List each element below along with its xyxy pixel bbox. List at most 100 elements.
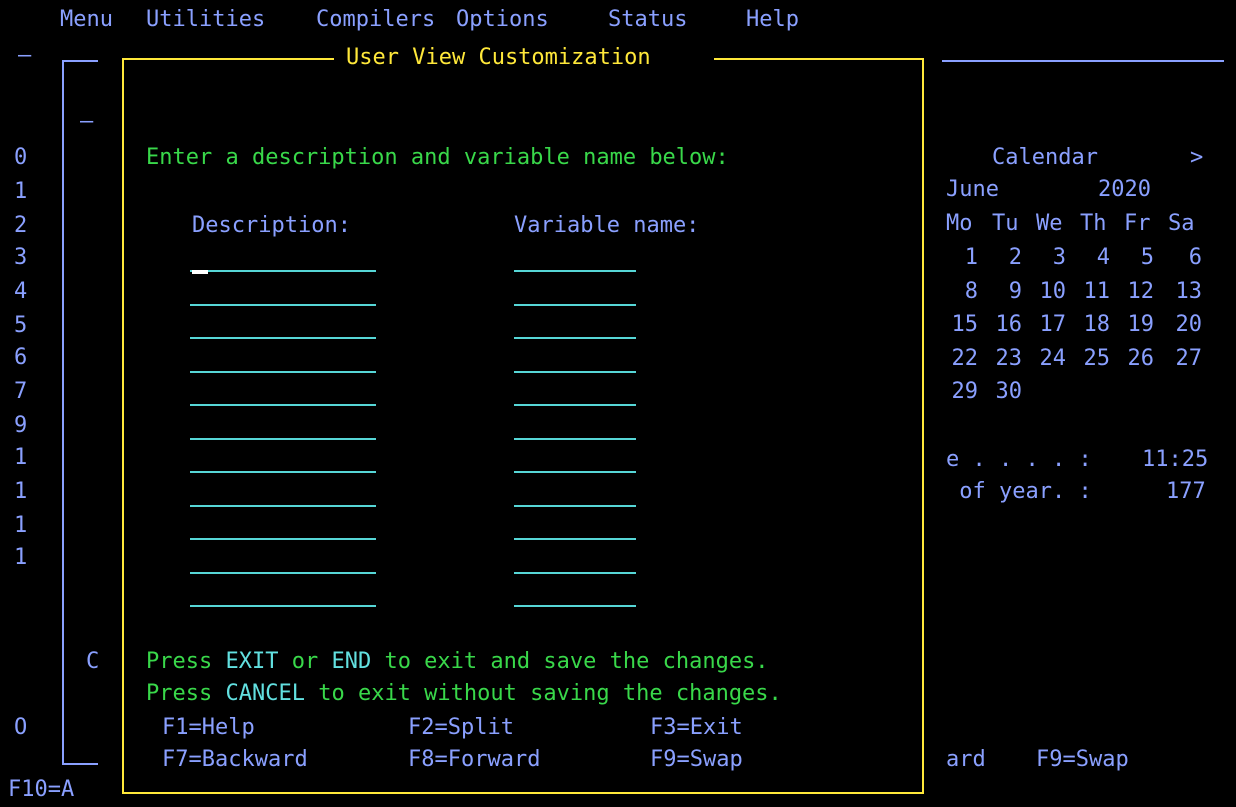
cancel-instruction-text: to exit without saving the changes.: [304, 681, 782, 706]
row-number: 1: [14, 179, 28, 204]
calendar-day[interactable]: 27: [1176, 346, 1203, 371]
background-dash: —: [18, 43, 32, 68]
calendar-day[interactable]: 19: [1128, 313, 1155, 337]
calendar-day[interactable]: 30: [996, 380, 1023, 404]
calendar-month: June: [946, 177, 999, 202]
calendar-day[interactable]: 12: [1128, 279, 1155, 304]
row-number: 1: [14, 479, 28, 504]
calendar-year: 2020: [1098, 177, 1151, 202]
menu-utilities[interactable]: Utilities: [146, 8, 265, 32]
menu-status[interactable]: Status: [608, 8, 687, 32]
variable-name-input[interactable]: [514, 571, 636, 574]
row-number: 1: [14, 545, 28, 570]
calendar-day[interactable]: 13: [1176, 279, 1203, 304]
menu-compilers[interactable]: Compilers: [316, 8, 435, 32]
calendar-day[interactable]: 20: [1176, 313, 1203, 337]
row-number: 0: [14, 145, 28, 170]
menu-options[interactable]: Options: [456, 8, 549, 32]
calendar-day[interactable]: 6: [1189, 246, 1202, 270]
f9-swap-key[interactable]: F9=Swap: [650, 748, 743, 772]
row-number: 3: [14, 245, 28, 270]
description-input[interactable]: [190, 370, 376, 373]
variable-name-input[interactable]: [514, 437, 636, 440]
end-keyword: END: [331, 649, 372, 674]
description-input[interactable]: [190, 337, 376, 339]
background-f10-key[interactable]: F10=A: [8, 778, 74, 802]
background-panel-bottom-border: [62, 763, 98, 765]
background-panel-left-border: [62, 60, 64, 764]
row-number: 1: [14, 445, 28, 470]
row-number: 9: [14, 413, 28, 438]
row-number: 1: [14, 513, 28, 538]
f2-split-key[interactable]: F2=Split: [408, 716, 514, 740]
menu-menu[interactable]: Menu: [60, 8, 113, 32]
calendar-day[interactable]: 17: [1040, 313, 1067, 337]
calendar-title: Calendar: [992, 145, 1098, 170]
description-input[interactable]: [190, 538, 376, 540]
calendar-day[interactable]: 11: [1084, 279, 1111, 304]
description-input[interactable]: [190, 571, 376, 574]
variable-name-input[interactable]: [514, 538, 636, 540]
calendar-day[interactable]: 16: [996, 313, 1023, 337]
description-input[interactable]: [190, 303, 376, 306]
calendar-day[interactable]: 18: [1084, 313, 1111, 337]
dayofyear-label: of year. :: [946, 479, 1092, 504]
calendar-day[interactable]: 8: [965, 279, 978, 304]
background-panel-top-border: [62, 60, 98, 62]
row-number: 5: [14, 313, 28, 338]
f8-forward-key[interactable]: F8=Forward: [408, 748, 540, 772]
calendar-next-arrow[interactable]: >: [1190, 146, 1203, 170]
time-value: 11:25: [1142, 447, 1209, 472]
description-input[interactable]: [190, 605, 376, 607]
description-input[interactable]: [190, 471, 376, 473]
calendar-day[interactable]: 23: [996, 346, 1023, 371]
exit-keyword: EXIT: [225, 649, 279, 674]
variable-name-input[interactable]: [514, 504, 636, 507]
variable-name-input[interactable]: [514, 605, 636, 607]
background-f9-key[interactable]: F9=Swap: [1036, 748, 1129, 772]
description-input[interactable]: [190, 270, 376, 272]
calendar-day[interactable]: 22: [952, 346, 979, 371]
calendar-day-header: Th: [1080, 211, 1107, 236]
row-number: 7: [14, 379, 28, 404]
calendar-day[interactable]: 9: [1009, 279, 1022, 304]
calendar-day[interactable]: 29: [952, 380, 979, 404]
description-input[interactable]: [190, 404, 376, 406]
f7-backward-key[interactable]: F7=Backward: [162, 748, 308, 772]
calendar-day[interactable]: 15: [952, 313, 979, 337]
calendar-day[interactable]: 1: [965, 246, 978, 270]
variable-name-input[interactable]: [514, 270, 636, 272]
row-number: 2: [14, 213, 28, 238]
description-input[interactable]: [190, 504, 376, 507]
calendar-day-header: We: [1036, 211, 1063, 236]
calendar-day[interactable]: 4: [1097, 246, 1110, 270]
exit-instruction-text: or: [278, 649, 332, 674]
background-o-label: O: [14, 715, 28, 740]
calendar-day[interactable]: 24: [1040, 346, 1067, 371]
text-cursor: [192, 270, 208, 274]
calendar-day[interactable]: 2: [1009, 246, 1022, 270]
f1-help-key[interactable]: F1=Help: [162, 716, 255, 740]
calendar-day[interactable]: 5: [1141, 246, 1154, 270]
time-label: e . . . . :: [946, 447, 1092, 472]
variable-name-header: Variable name:: [514, 213, 700, 238]
background-right-top-border: [942, 60, 1224, 62]
calendar-day-header: Fr: [1124, 211, 1151, 236]
variable-name-input[interactable]: [514, 471, 636, 473]
calendar-day[interactable]: 25: [1084, 346, 1111, 371]
description-input[interactable]: [190, 437, 376, 440]
f3-exit-key[interactable]: F3=Exit: [650, 716, 743, 740]
variable-name-input[interactable]: [514, 404, 636, 406]
calendar-day[interactable]: 10: [1040, 279, 1067, 304]
background-c-label: C: [86, 649, 100, 674]
variable-name-input[interactable]: [514, 303, 636, 306]
menu-help[interactable]: Help: [746, 8, 799, 32]
dayofyear-value: 177: [1166, 479, 1206, 504]
dialog-prompt: Enter a description and variable name be…: [146, 145, 729, 170]
calendar-day-header: Sa: [1168, 211, 1195, 236]
variable-name-input[interactable]: [514, 337, 636, 339]
calendar-day[interactable]: 26: [1128, 346, 1155, 371]
variable-name-input[interactable]: [514, 370, 636, 373]
calendar-day[interactable]: 3: [1053, 246, 1066, 270]
exit-instruction-text: Press: [146, 649, 226, 674]
